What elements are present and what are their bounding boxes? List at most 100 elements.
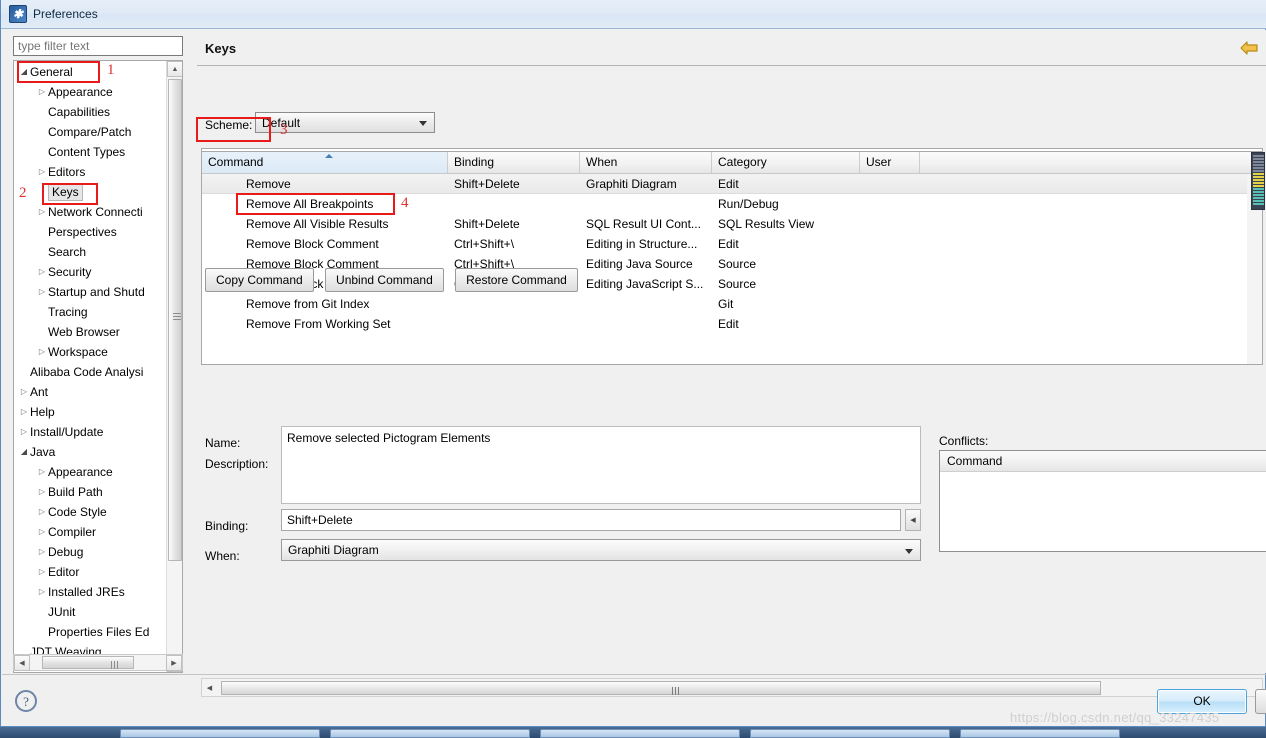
content-scroll-left-icon[interactable]: ◀ bbox=[202, 680, 217, 695]
sidebar-item-general[interactable]: ◢General bbox=[14, 61, 166, 81]
sidebar-item-java[interactable]: ◢Java bbox=[14, 441, 166, 461]
sidebar-item-web-browser[interactable]: Web Browser bbox=[14, 321, 166, 341]
sidebar-item-compiler[interactable]: ▷Compiler bbox=[14, 521, 166, 541]
tree-hscrollbar-thumb[interactable] bbox=[42, 656, 134, 669]
sidebar-item-content-types[interactable]: Content Types bbox=[14, 141, 166, 161]
tree-scrollbar-thumb[interactable] bbox=[168, 79, 182, 561]
table-row[interactable]: Remove All BreakpointsRun/Debug bbox=[202, 194, 1263, 214]
sidebar-item-tracing[interactable]: Tracing bbox=[14, 301, 166, 321]
keys-table[interactable]: CommandBindingWhenCategoryUser RemoveShi… bbox=[201, 151, 1263, 365]
sidebar-item-appearance[interactable]: ▷Appearance bbox=[14, 81, 166, 101]
when-dropdown[interactable]: Graphiti Diagram bbox=[281, 539, 921, 561]
cell-category: Edit bbox=[718, 314, 860, 334]
chevron-right-icon[interactable]: ▷ bbox=[18, 422, 30, 442]
chevron-right-icon[interactable]: ▷ bbox=[36, 582, 48, 602]
table-row[interactable]: RemoveShift+DeleteGraphiti DiagramEdit bbox=[202, 174, 1263, 194]
chevron-right-icon[interactable]: ▷ bbox=[36, 502, 48, 522]
tree-scroll-right-icon[interactable]: ▶ bbox=[166, 655, 182, 671]
sidebar-item-install-update[interactable]: ▷Install/Update bbox=[14, 421, 166, 441]
sidebar-item-label: Content Types bbox=[48, 142, 125, 162]
column-header-command[interactable]: Command bbox=[202, 152, 448, 173]
sidebar-item-installed-jres[interactable]: ▷Installed JREs bbox=[14, 581, 166, 601]
sidebar-item-capabilities[interactable]: Capabilities bbox=[14, 101, 166, 121]
chevron-right-icon[interactable]: ▷ bbox=[36, 282, 48, 302]
tree-vertical-scrollbar[interactable]: ▲ ▼ bbox=[166, 61, 182, 672]
chevron-right-icon[interactable]: ▷ bbox=[36, 342, 48, 362]
column-header-when[interactable]: When bbox=[580, 152, 712, 173]
chevron-right-icon[interactable]: ▷ bbox=[36, 542, 48, 562]
keys-table-body[interactable]: RemoveShift+DeleteGraphiti DiagramEditRe… bbox=[202, 174, 1263, 334]
table-row[interactable]: Remove from Git IndexGit bbox=[202, 294, 1263, 314]
table-row[interactable]: Remove Block CommentCtrl+Shift+\Editing … bbox=[202, 234, 1263, 254]
chevron-down-icon[interactable]: ◢ bbox=[18, 62, 30, 82]
table-row[interactable]: Remove All Visible ResultsShift+DeleteSQ… bbox=[202, 214, 1263, 234]
chevron-down-icon[interactable]: ◢ bbox=[18, 442, 30, 462]
preference-tree[interactable]: ◢General▷Appearance Capabilities Compare… bbox=[13, 60, 183, 673]
tree-filter-input[interactable] bbox=[13, 36, 183, 56]
cell-command: Remove bbox=[246, 174, 448, 194]
keys-table-header: CommandBindingWhenCategoryUser bbox=[202, 152, 1263, 174]
footer-separator bbox=[2, 674, 1266, 675]
chevron-right-icon[interactable]: ▷ bbox=[18, 382, 30, 402]
description-textarea[interactable]: Remove selected Pictogram Elements bbox=[281, 426, 921, 504]
sidebar-item-label: Build Path bbox=[48, 482, 103, 502]
sidebar-item-startup-and-shutd[interactable]: ▷Startup and Shutd bbox=[14, 281, 166, 301]
help-icon[interactable]: ? bbox=[15, 690, 37, 712]
sidebar-item-label: Appearance bbox=[48, 82, 113, 102]
chevron-right-icon[interactable]: ▷ bbox=[36, 162, 48, 182]
sidebar-item-security[interactable]: ▷Security bbox=[14, 261, 166, 281]
column-header-binding[interactable]: Binding bbox=[448, 152, 580, 173]
chevron-right-icon[interactable]: ▷ bbox=[18, 402, 30, 422]
tree-horizontal-scrollbar[interactable]: ◀ ▶ bbox=[13, 654, 183, 671]
annotation-number-4: 4 bbox=[401, 195, 409, 212]
content-hscrollbar-thumb[interactable] bbox=[221, 681, 1101, 695]
chevron-right-icon[interactable]: ▷ bbox=[36, 562, 48, 582]
sidebar-item-appearance[interactable]: ▷Appearance bbox=[14, 461, 166, 481]
cell-command: Remove Block Comment bbox=[246, 234, 448, 254]
cell-user bbox=[866, 314, 920, 334]
tree-spacer-icon bbox=[36, 102, 48, 122]
column-header-category[interactable]: Category bbox=[712, 152, 860, 173]
chevron-right-icon[interactable]: ▷ bbox=[36, 262, 48, 282]
cell-command: Remove All Visible Results bbox=[246, 214, 448, 234]
sidebar-item-compare-patch[interactable]: Compare/Patch bbox=[14, 121, 166, 141]
tree-scroll-up-icon[interactable]: ▲ bbox=[167, 61, 183, 77]
column-header-user[interactable]: User bbox=[860, 152, 920, 173]
chevron-right-icon[interactable]: ▷ bbox=[36, 202, 48, 222]
sidebar-item-label: Perspectives bbox=[48, 222, 117, 242]
binding-input[interactable]: Shift+Delete bbox=[281, 509, 901, 531]
cancel-button[interactable]: Cancel bbox=[1255, 689, 1266, 714]
conflicts-table[interactable]: Command bbox=[939, 450, 1266, 552]
back-arrow-icon[interactable] bbox=[1239, 40, 1259, 56]
chevron-right-icon[interactable]: ▷ bbox=[36, 482, 48, 502]
sidebar-item-search[interactable]: Search bbox=[14, 241, 166, 261]
sidebar-item-editor[interactable]: ▷Editor bbox=[14, 561, 166, 581]
unbind-command-button[interactable]: Unbind Command bbox=[325, 268, 444, 292]
sidebar-item-help[interactable]: ▷Help bbox=[14, 401, 166, 421]
cell-when bbox=[586, 194, 712, 214]
chevron-right-icon[interactable]: ▷ bbox=[36, 522, 48, 542]
sidebar-item-properties-files-ed[interactable]: Properties Files Ed bbox=[14, 621, 166, 641]
sidebar-item-debug[interactable]: ▷Debug bbox=[14, 541, 166, 561]
sidebar-item-code-style[interactable]: ▷Code Style bbox=[14, 501, 166, 521]
sidebar-item-perspectives[interactable]: Perspectives bbox=[14, 221, 166, 241]
sidebar-item-editors[interactable]: ▷Editors bbox=[14, 161, 166, 181]
content-horizontal-scrollbar[interactable]: ◀ bbox=[201, 678, 1263, 697]
chevron-right-icon[interactable]: ▷ bbox=[36, 82, 48, 102]
sidebar-item-network-connecti[interactable]: ▷Network Connecti bbox=[14, 201, 166, 221]
sidebar-item-workspace[interactable]: ▷Workspace bbox=[14, 341, 166, 361]
sidebar-item-alibaba-code-analysi[interactable]: Alibaba Code Analysi bbox=[14, 361, 166, 381]
sidebar-item-keys[interactable]: Keys bbox=[14, 181, 166, 201]
conflicts-column-command[interactable]: Command bbox=[940, 451, 1266, 472]
restore-command-button[interactable]: Restore Command bbox=[455, 268, 578, 292]
sidebar-item-junit[interactable]: JUnit bbox=[14, 601, 166, 621]
sidebar-item-ant[interactable]: ▷Ant bbox=[14, 381, 166, 401]
tree-scroll-left-icon[interactable]: ◀ bbox=[14, 655, 30, 671]
tree-spacer-icon bbox=[18, 362, 30, 382]
chevron-right-icon[interactable]: ▷ bbox=[36, 462, 48, 482]
binding-menu-icon[interactable]: ◀ bbox=[905, 509, 921, 531]
table-row[interactable]: Remove From Working SetEdit bbox=[202, 314, 1263, 334]
sidebar-item-build-path[interactable]: ▷Build Path bbox=[14, 481, 166, 501]
column-header-blank[interactable] bbox=[920, 152, 1263, 173]
copy-command-button[interactable]: Copy Command bbox=[205, 268, 314, 292]
